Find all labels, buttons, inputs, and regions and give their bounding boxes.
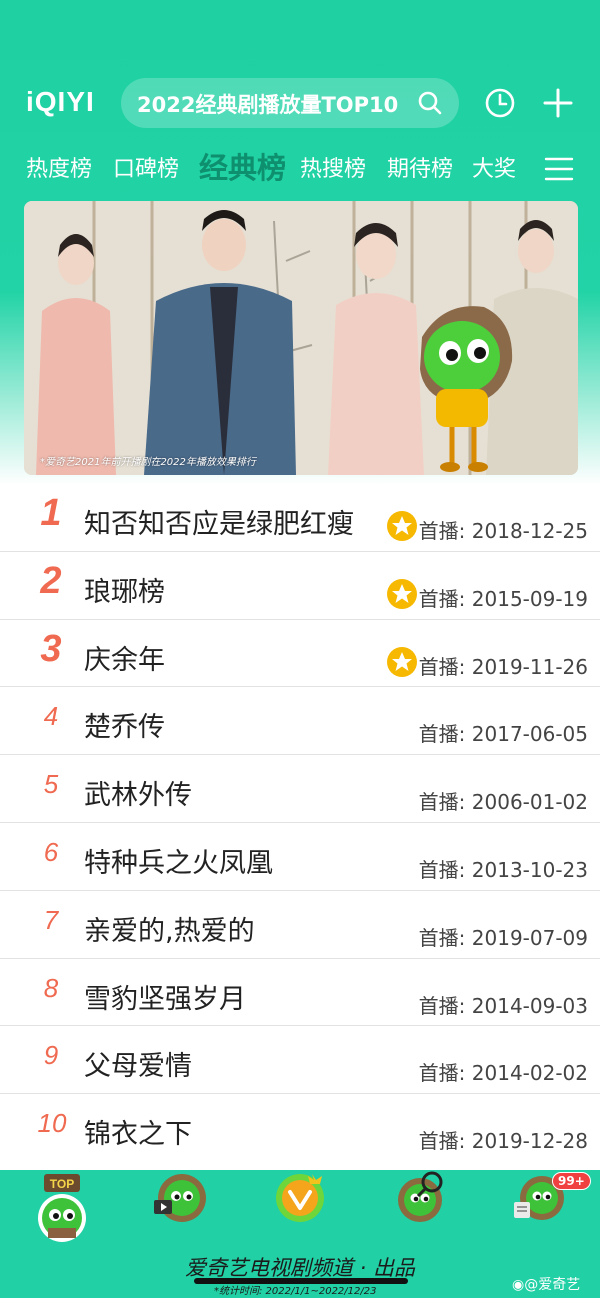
- video-mascot-icon[interactable]: [152, 1170, 210, 1228]
- rank-number: 9: [43, 1040, 59, 1071]
- premiere-date: 首播: 2015-09-19: [418, 586, 588, 611]
- drama-title: 父母爱情: [84, 1051, 192, 1083]
- rank-number: 10: [37, 1108, 67, 1139]
- drama-title: 楚乔传: [84, 712, 165, 744]
- search-icon[interactable]: [417, 90, 443, 116]
- drama-title: 琅琊榜: [84, 576, 165, 608]
- ranking-list: 1 知否知否应是绿肥红瘦 首播: 2018-12-25 2 琅琊榜 首播: 20…: [0, 484, 600, 1162]
- premiere-date: 首播: 2019-07-09: [418, 925, 588, 950]
- tab-hot-search[interactable]: 热搜榜: [300, 151, 366, 183]
- notification-count-badge: 99+: [552, 1172, 591, 1190]
- premiere-date: 首播: 2006-01-02: [418, 790, 588, 815]
- history-icon[interactable]: [484, 87, 516, 119]
- menu-icon[interactable]: [544, 155, 574, 183]
- search-query-text: 2022经典剧播放量TOP10: [137, 93, 399, 117]
- weibo-icon: ◉: [512, 1277, 525, 1293]
- ranking-row[interactable]: 3 庆余年 首播: 2019-11-26: [0, 620, 600, 688]
- tab-reputation[interactable]: 口碑榜: [113, 151, 179, 183]
- drama-title: 雪豹坚强岁月: [84, 983, 246, 1015]
- header: iQIYI 2022经典剧播放量TOP10 热度榜 口碑榜 经典榜 热搜榜 期待…: [0, 0, 600, 485]
- drama-title: 武林外传: [84, 780, 192, 812]
- tab-hot[interactable]: 热度榜: [26, 151, 92, 183]
- star-badge-icon: [387, 511, 417, 541]
- iqiyi-logo[interactable]: iQIYI: [26, 86, 95, 118]
- weibo-handle: @爱奇艺: [524, 1277, 581, 1293]
- premiere-date: 首播: 2019-12-28: [418, 1129, 588, 1154]
- premiere-date: 首播: 2017-06-05: [418, 722, 588, 747]
- tab-awards-wrapper: 大奖: [472, 145, 516, 191]
- tab-awards[interactable]: 大奖: [472, 151, 516, 183]
- rank-number: 3: [40, 627, 62, 670]
- premiere-date: 首播: 2019-11-26: [418, 654, 588, 679]
- top-bar: iQIYI 2022经典剧播放量TOP10: [0, 78, 600, 130]
- premiere-date: 首播: 2014-02-02: [418, 1061, 588, 1086]
- ranking-row[interactable]: 4 楚乔传 首播: 2017-06-05: [0, 687, 600, 756]
- drama-title: 特种兵之火凤凰: [84, 847, 273, 879]
- rank-number: 8: [43, 972, 59, 1003]
- search-mascot-icon[interactable]: [394, 1170, 452, 1228]
- bottom-bar: TOP 99+ 爱奇艺电视剧频道 · 出品 *统计时间: 2022/1/1~20…: [0, 1170, 600, 1298]
- drama-title: 知否知否应是绿肥红瘦: [84, 509, 354, 540]
- ranking-tabs: 热度榜 口碑榜 经典榜 热搜榜 期待榜 大奖: [0, 145, 600, 191]
- ranking-row[interactable]: 1 知否知否应是绿肥红瘦 首播: 2018-12-25: [0, 484, 600, 552]
- rank-number: 7: [43, 904, 59, 935]
- ranking-row[interactable]: 8 雪豹坚强岁月 首播: 2014-09-03: [0, 959, 600, 1027]
- rank-number: 5: [43, 769, 59, 800]
- rank-number: 2: [40, 559, 62, 602]
- top-ranking-mascot-icon[interactable]: TOP: [26, 1172, 98, 1244]
- statistics-period: *统计时间: 2022/1/1~2022/12/23: [214, 1286, 377, 1297]
- ranking-row[interactable]: 9 父母爱情 首播: 2014-02-02: [0, 1026, 600, 1095]
- ranking-row[interactable]: 7 亲爱的,热爱的 首播: 2019-07-09: [0, 891, 600, 959]
- tab-classic[interactable]: 经典榜: [199, 145, 286, 187]
- drama-title: 亲爱的,热爱的: [84, 915, 255, 947]
- premiere-date: 首播: 2014-09-03: [418, 993, 588, 1018]
- star-badge-icon: [387, 578, 417, 609]
- tab-anticipated[interactable]: 期待榜: [387, 151, 453, 183]
- ranking-row[interactable]: 6 特种兵之火凤凰 首播: 2013-10-23: [0, 823, 600, 891]
- ranking-row[interactable]: 2 琅琊榜 首播: 2015-09-19: [0, 552, 600, 620]
- search-box[interactable]: 2022经典剧播放量TOP10: [121, 78, 459, 128]
- premiere-date: 首播: 2013-10-23: [418, 857, 588, 882]
- ranking-row[interactable]: 5 武林外传 首播: 2006-01-02: [0, 755, 600, 823]
- banner-note: *爱奇艺2021年前开播剧在2022年播放效果排行: [40, 457, 256, 468]
- drama-poster-banner[interactable]: *爱奇艺2021年前开播剧在2022年播放效果排行: [24, 201, 578, 475]
- drama-title: 庆余年: [84, 644, 165, 676]
- poster-illustration: [24, 201, 578, 475]
- top-badge: TOP: [50, 1177, 74, 1191]
- star-badge-icon: [387, 646, 417, 677]
- vip-mascot-icon[interactable]: [272, 1170, 328, 1226]
- ranking-row[interactable]: 10 锦衣之下 首播: 2019-12-28: [0, 1094, 600, 1162]
- weibo-watermark: ◉@爱奇艺: [512, 1274, 580, 1294]
- premiere-date: 首播: 2018-12-25: [418, 519, 588, 543]
- rank-number: 1: [40, 492, 62, 534]
- rank-number: 4: [43, 701, 59, 732]
- rank-number: 6: [43, 836, 59, 867]
- drama-title: 锦衣之下: [84, 1119, 192, 1151]
- add-icon[interactable]: [542, 87, 574, 119]
